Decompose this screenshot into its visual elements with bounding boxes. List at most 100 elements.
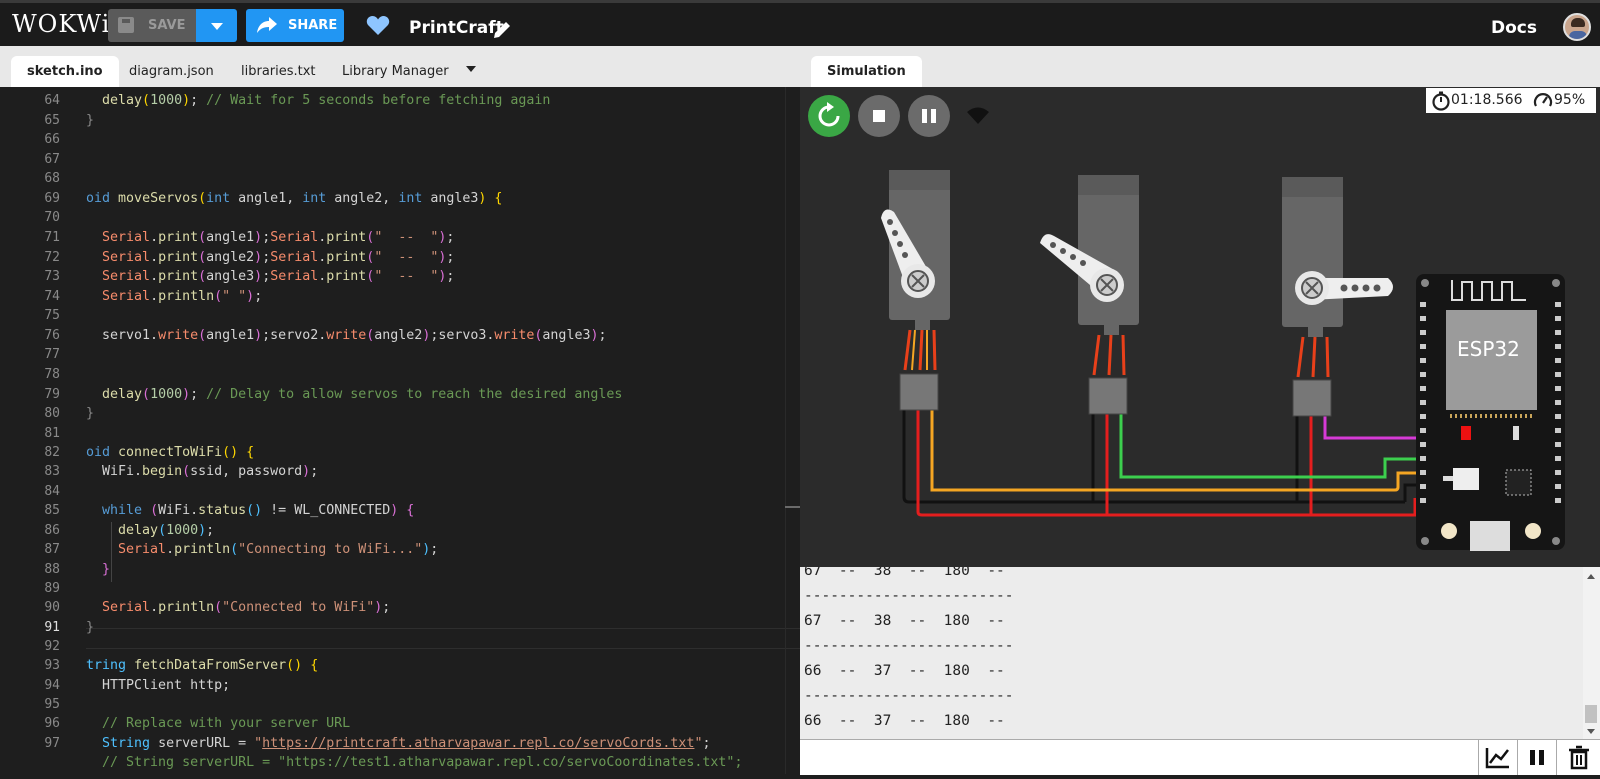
line-number: 79 xyxy=(44,387,60,402)
code-line: delay(1000); // Wait for 5 seconds befor… xyxy=(102,93,551,108)
restart-icon xyxy=(818,102,840,127)
tab-diagram-json[interactable]: diagram.json xyxy=(129,56,214,87)
line-number: 65 xyxy=(44,113,60,128)
line-number: 78 xyxy=(44,367,60,382)
code-line: delay(1000); // Delay to allow servos to… xyxy=(102,387,623,402)
serial-line: 67 -- 38 -- 180 -- xyxy=(804,613,1005,629)
code-editor[interactable]: 64 65 66 67 68 69 70 71 72 73 74 75 76 77 78 79 80 81 82 83… xyxy=(0,87,800,774)
simulation-tab-bar: Simulation xyxy=(800,46,1600,87)
tab-sketch-ino[interactable]: sketch.ino xyxy=(11,56,119,87)
servo-motor-1 xyxy=(881,170,950,411)
scroll-down-icon[interactable] xyxy=(1587,729,1595,734)
code-line: oid moveServos(int angle1, int angle2, i… xyxy=(86,191,503,206)
line-number: 74 xyxy=(44,289,60,304)
line-number: 91 xyxy=(44,620,60,635)
esp32-chip-label: ESP32 xyxy=(1457,337,1520,361)
line-number: 89 xyxy=(44,581,60,596)
code-line: } xyxy=(86,406,95,421)
scroll-thumb[interactable] xyxy=(1585,705,1597,723)
code-line: while (WiFi.status() != WL_CONNECTED) { xyxy=(102,503,415,518)
line-number-gutter: 64 65 66 67 68 69 70 71 72 73 74 75 76 77 78 79 80 81 82 83… xyxy=(0,87,86,774)
code-content[interactable]: delay(1000); // Wait for 5 seconds befor… xyxy=(86,87,786,774)
servo-motor-3 xyxy=(1282,177,1393,417)
user-avatar[interactable] xyxy=(1563,13,1591,41)
top-bar: WOKWi SAVE SHARE PrintCraft Docs xyxy=(0,0,1600,46)
code-line: } xyxy=(102,562,111,577)
code-line: String serverURL = "https://printcraft.a… xyxy=(102,736,711,751)
pause-icon xyxy=(922,109,936,123)
serial-line: ------------------------ xyxy=(804,638,1014,654)
wokwi-logo[interactable]: WOKWi xyxy=(12,10,110,38)
code-line: // Replace with your server URL xyxy=(102,716,351,731)
code-line: } xyxy=(86,113,95,128)
line-number: 66 xyxy=(44,132,60,147)
line-number: 93 xyxy=(44,658,60,673)
line-number: 90 xyxy=(44,600,60,615)
code-line: Serial.print(angle3);Serial.print(" -- "… xyxy=(102,269,455,284)
clear-serial-button[interactable] xyxy=(1556,740,1600,775)
line-number: 92 xyxy=(44,639,60,654)
line-number: 86 xyxy=(44,523,60,538)
line-number: 75 xyxy=(44,308,60,323)
simulation-status-panel: 01:18.566 95% xyxy=(1426,88,1596,113)
code-line: } xyxy=(86,620,95,635)
pause-icon xyxy=(1530,750,1544,765)
circuit-diagram xyxy=(881,170,1565,551)
editor-scrollbar-track[interactable] xyxy=(785,87,786,774)
stop-simulation-button[interactable] xyxy=(858,95,900,137)
line-number: 64 xyxy=(44,93,60,108)
editor-tab-bar: sketch.ino diagram.json libraries.txt Li… xyxy=(0,46,800,87)
tab-library-manager[interactable]: Library Manager xyxy=(342,56,449,87)
serial-monitor-output: 67 -- 38 -- 180 -- ---------------------… xyxy=(800,567,1600,739)
code-line: WiFi.begin(ssid, password); xyxy=(86,464,319,479)
code-line: Serial.println("Connected to WiFi"); xyxy=(102,600,391,615)
line-number: 71 xyxy=(44,230,60,245)
serial-line: 66 -- 37 -- 180 -- xyxy=(804,713,1005,729)
tab-simulation[interactable]: Simulation xyxy=(811,56,922,87)
line-number: 97 xyxy=(44,736,60,751)
serial-line: 66 -- 37 -- 180 -- xyxy=(804,663,1005,679)
code-line: Serial.println("Connecting to WiFi..."); xyxy=(118,542,439,557)
restart-simulation-button[interactable] xyxy=(808,95,850,137)
stopwatch-icon xyxy=(1432,91,1450,111)
serial-input[interactable] xyxy=(800,740,1478,775)
line-number: 85 xyxy=(44,503,60,518)
wifi-icon xyxy=(967,107,989,124)
serial-line: 67 -- 38 -- 180 -- xyxy=(804,567,1005,579)
code-line: servo1.write(angle1);servo2.write(angle2… xyxy=(86,328,607,343)
heart-icon[interactable] xyxy=(366,16,390,36)
tab-libraries-txt[interactable]: libraries.txt xyxy=(241,56,316,87)
chart-line-icon xyxy=(1485,748,1509,769)
serial-scrollbar[interactable] xyxy=(1583,567,1600,739)
share-button[interactable]: SHARE xyxy=(246,9,344,42)
pause-serial-button[interactable] xyxy=(1517,740,1556,775)
scroll-up-icon[interactable] xyxy=(1587,574,1595,579)
save-options-dropdown[interactable] xyxy=(196,9,237,42)
line-number: 94 xyxy=(44,678,60,693)
line-number: 72 xyxy=(44,250,60,265)
simulation-canvas[interactable]: ESP32 xyxy=(800,87,1600,567)
docs-link[interactable]: Docs xyxy=(1491,18,1537,38)
code-line: Serial.print(angle2);Serial.print(" -- "… xyxy=(102,250,455,265)
edit-pencil-icon[interactable] xyxy=(492,20,512,40)
servo-motor-2 xyxy=(1040,175,1139,415)
serial-line: ------------------------ xyxy=(804,688,1014,704)
code-line: tring fetchDataFromServer() { xyxy=(86,658,319,673)
pause-simulation-button[interactable] xyxy=(908,95,950,137)
share-label: SHARE xyxy=(288,18,338,33)
line-number: 70 xyxy=(44,210,60,225)
tabs-dropdown-icon[interactable] xyxy=(466,66,476,72)
plotter-button[interactable] xyxy=(1478,740,1517,775)
save-button[interactable]: SAVE xyxy=(108,9,196,42)
line-number: 77 xyxy=(44,347,60,362)
elapsed-time: 01:18.566 xyxy=(1451,92,1523,108)
line-number: 96 xyxy=(44,716,60,731)
code-line: Serial.println(" "); xyxy=(102,289,263,304)
code-line: HTTPClient http; xyxy=(86,678,231,693)
share-arrow-icon xyxy=(257,17,277,33)
code-line: Serial.print(angle1);Serial.print(" -- "… xyxy=(102,230,455,245)
stop-icon xyxy=(873,110,885,122)
line-number: 68 xyxy=(44,171,60,186)
line-number: 83 xyxy=(44,464,60,479)
esp32-board xyxy=(1416,274,1565,551)
